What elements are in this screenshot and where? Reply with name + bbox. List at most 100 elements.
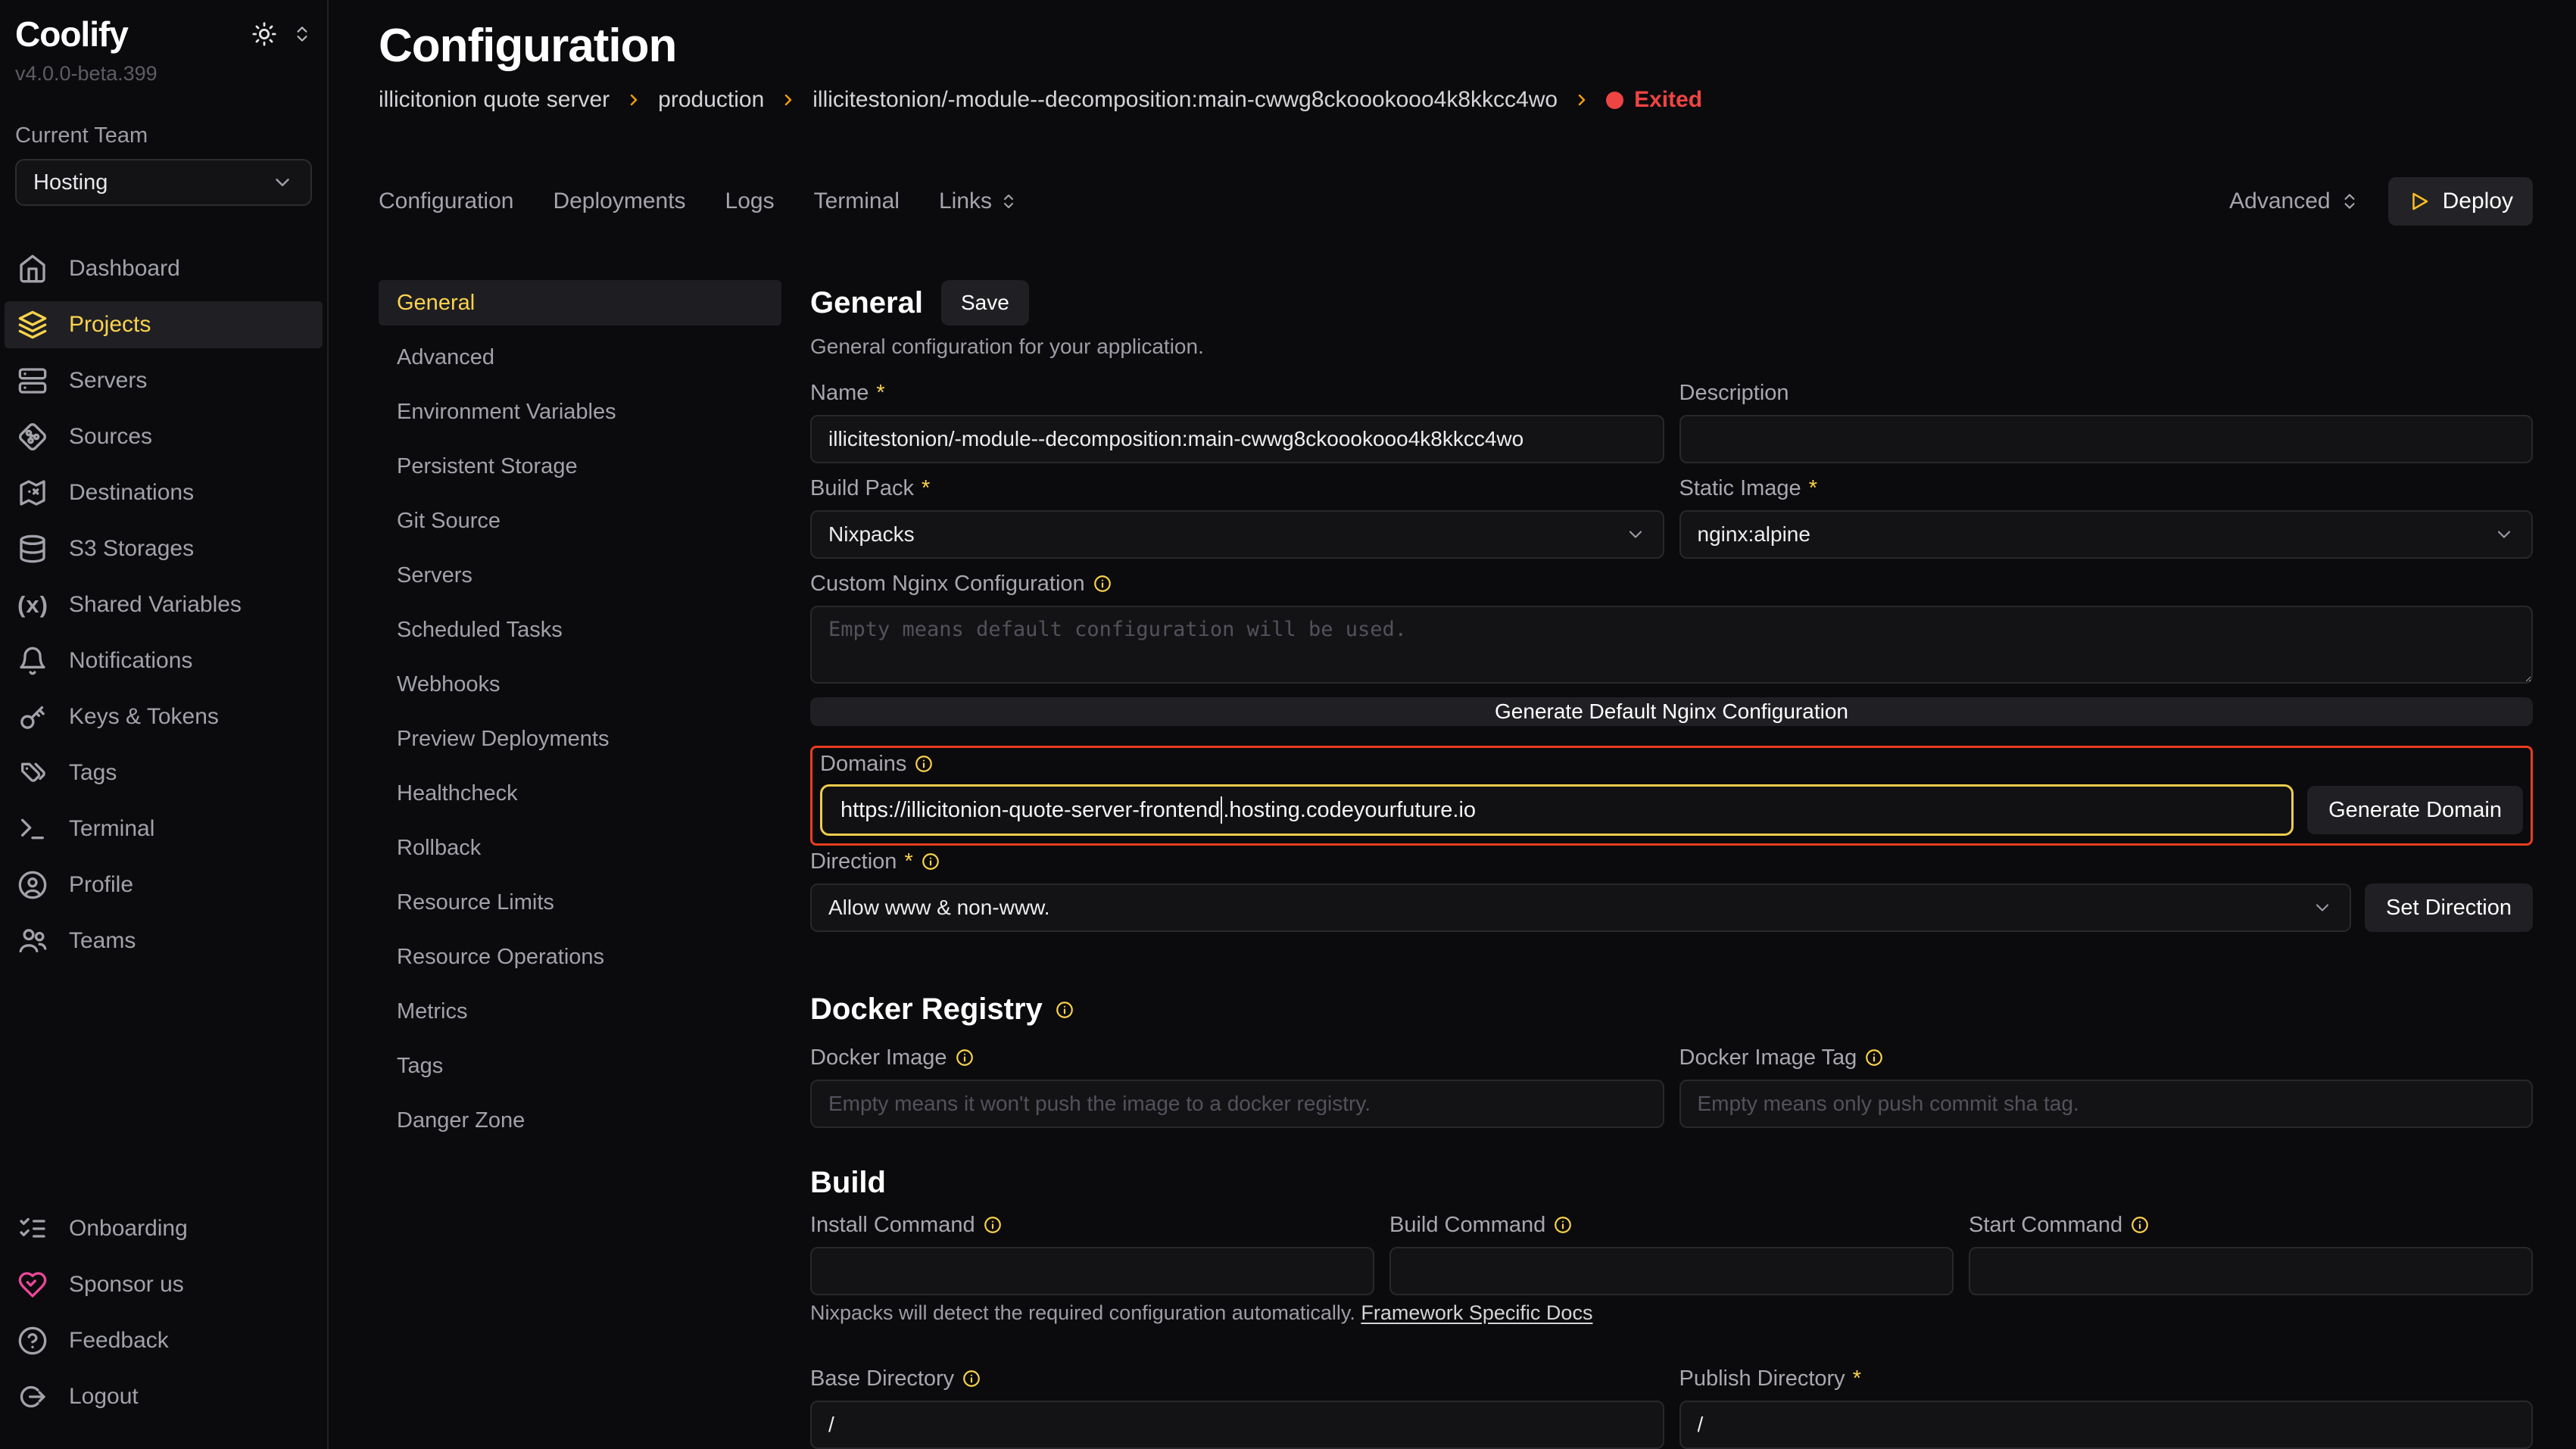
breadcrumb-environment[interactable]: production [658,87,764,113]
sidebar-item-s3-storages[interactable]: S3 Storages [5,525,323,572]
subnav-item-persistent-storage[interactable]: Persistent Storage [379,444,781,489]
sidebar-item-logout[interactable]: Logout [5,1373,323,1420]
section-title-docker-registry: Docker Registry [810,992,1074,1027]
toolbar: Configuration Deployments Logs Terminal … [379,177,2533,226]
chevrons-up-down-icon[interactable] [292,24,312,44]
subnav-item-advanced[interactable]: Advanced [379,335,781,380]
nginx-config-label: Custom Nginx Configuration [810,571,2533,597]
subnav-item-general[interactable]: General [379,280,781,326]
sidebar-item-projects[interactable]: Projects [5,301,323,348]
chevron-right-icon [1573,91,1591,109]
theme-sun-icon[interactable] [251,21,277,47]
subnav-item-environment-variables[interactable]: Environment Variables [379,389,781,435]
chevron-down-icon [1625,524,1646,545]
settings-subnav: General Advanced Environment Variables P… [379,280,781,1449]
map-icon [17,478,48,508]
status-dot [1606,92,1623,109]
page-title: Configuration [379,20,2533,73]
tab-configuration[interactable]: Configuration [379,189,513,214]
status-badge: Exited [1606,87,1702,113]
general-form: General Save General configuration for y… [810,280,2533,1449]
sidebar-item-feedback[interactable]: Feedback [5,1317,323,1364]
save-button[interactable]: Save [941,280,1029,326]
subnav-item-danger-zone[interactable]: Danger Zone [379,1098,781,1143]
subnav-item-resource-operations[interactable]: Resource Operations [379,934,781,980]
subnav-item-scheduled-tasks[interactable]: Scheduled Tasks [379,607,781,653]
info-icon [921,852,940,871]
subnav-item-resource-limits[interactable]: Resource Limits [379,880,781,925]
name-label: Name* [810,380,1664,406]
docker-image-input[interactable] [810,1080,1664,1128]
current-team-label: Current Team [15,123,312,148]
team-select[interactable]: Hosting [15,159,312,206]
static-image-select[interactable]: nginx:alpine [1679,510,2534,559]
deploy-button[interactable]: Deploy [2388,177,2533,226]
subnav-item-metrics[interactable]: Metrics [379,989,781,1034]
build-command-input[interactable] [1389,1247,1954,1295]
tab-links[interactable]: Links [939,189,1018,214]
subnav-item-preview-deployments[interactable]: Preview Deployments [379,716,781,762]
direction-select[interactable]: Allow www & non-www. [810,883,2351,932]
description-label: Description [1679,380,2534,406]
tab-terminal[interactable]: Terminal [814,189,900,214]
description-input[interactable] [1679,415,2534,463]
info-icon [2130,1215,2150,1235]
advanced-menu[interactable]: Advanced [2229,189,2359,214]
tab-logs[interactable]: Logs [725,189,775,214]
sidebar-item-shared-variables[interactable]: (x) Shared Variables [5,581,323,628]
sidebar-item-tags[interactable]: Tags [5,749,323,796]
sidebar-item-teams[interactable]: Teams [5,918,323,964]
name-input[interactable] [810,415,1664,463]
docker-image-tag-label: Docker Image Tag [1679,1045,2534,1070]
subnav-item-tags[interactable]: Tags [379,1043,781,1089]
sidebar-item-dashboard[interactable]: Dashboard [5,245,323,292]
section-title-general: General [810,286,923,320]
home-icon [17,254,48,284]
subnav-item-servers[interactable]: Servers [379,553,781,598]
publish-directory-input[interactable] [1679,1401,2534,1449]
logout-icon [17,1382,48,1412]
generate-domain-button[interactable]: Generate Domain [2307,786,2523,834]
breadcrumb-application[interactable]: illicitestonion/-module--decomposition:m… [812,87,1558,113]
app: Coolify v4.0.0-beta.399 Current Team Hos… [0,0,2576,1449]
section-title-build: Build [810,1166,886,1200]
nginx-config-textarea[interactable] [810,606,2533,684]
sidebar-item-keys-tokens[interactable]: Keys & Tokens [5,693,323,740]
domains-input[interactable]: https://illicitonion-quote-server-fronte… [820,784,2294,836]
tab-deployments[interactable]: Deployments [553,189,685,214]
set-direction-button[interactable]: Set Direction [2365,883,2533,932]
base-directory-input[interactable] [810,1401,1664,1449]
subnav-item-git-source[interactable]: Git Source [379,498,781,544]
main: Configuration illicitonion quote server … [329,0,2576,1449]
info-icon [955,1048,975,1067]
sidebar-item-sponsor[interactable]: Sponsor us [5,1261,323,1308]
subnav-item-rollback[interactable]: Rollback [379,825,781,871]
subnav-item-webhooks[interactable]: Webhooks [379,662,781,707]
info-icon [914,754,934,774]
generate-nginx-button[interactable]: Generate Default Nginx Configuration [810,697,2533,726]
chevron-right-icon [625,91,643,109]
breadcrumb-project[interactable]: illicitonion quote server [379,87,610,113]
tags-icon [17,758,48,788]
app-logo: Coolify [15,14,128,55]
install-command-input[interactable] [810,1247,1374,1295]
info-icon [1093,574,1112,594]
install-command-label: Install Command [810,1212,1374,1238]
sidebar-item-profile[interactable]: Profile [5,862,323,908]
sidebar-item-destinations[interactable]: Destinations [5,469,323,516]
docker-image-tag-input[interactable] [1679,1080,2534,1128]
subnav-item-healthcheck[interactable]: Healthcheck [379,771,781,816]
sidebar-item-sources[interactable]: Sources [5,413,323,460]
sidebar-item-terminal[interactable]: Terminal [5,806,323,852]
sidebar-item-onboarding[interactable]: Onboarding [5,1205,323,1252]
sidebar: Coolify v4.0.0-beta.399 Current Team Hos… [0,0,329,1449]
start-command-input[interactable] [1969,1247,2533,1295]
chevron-down-icon [2493,524,2515,545]
framework-docs-link[interactable]: Framework Specific Docs [1361,1301,1592,1324]
sidebar-item-servers[interactable]: Servers [5,357,323,404]
key-icon [17,702,48,732]
build-pack-label: Build Pack* [810,475,1664,501]
build-pack-select[interactable]: Nixpacks [810,510,1664,559]
domains-label: Domains [820,751,2523,777]
sidebar-item-notifications[interactable]: Notifications [5,637,323,684]
